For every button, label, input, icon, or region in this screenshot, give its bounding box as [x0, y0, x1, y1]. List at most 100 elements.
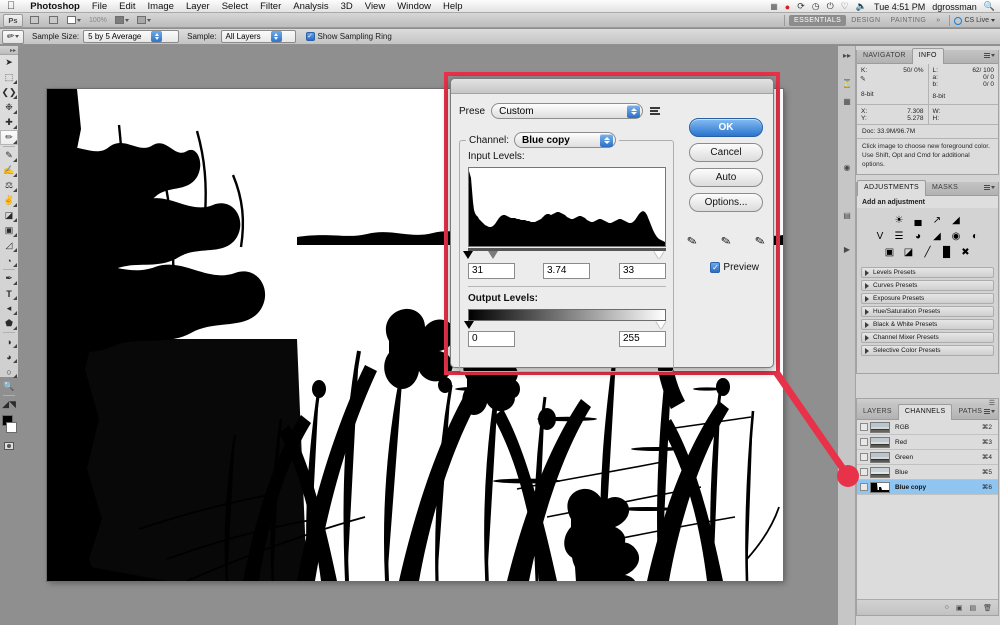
- levels-icon[interactable]: ▄: [912, 214, 925, 226]
- quick-selection-tool[interactable]: ❉: [0, 100, 18, 115]
- bridge-icon[interactable]: [27, 14, 42, 27]
- channel-row-blue[interactable]: Blue ⌘5: [857, 465, 998, 480]
- input-shadow-field[interactable]: 31: [468, 263, 515, 279]
- lasso-tool[interactable]: ❮❯: [0, 85, 18, 100]
- histogram[interactable]: [468, 167, 666, 247]
- input-highlight-field[interactable]: 33: [619, 263, 666, 279]
- hand-tool[interactable]: ○: [0, 364, 18, 379]
- preview-row[interactable]: ✓ Preview: [710, 262, 759, 273]
- preset-selective-color[interactable]: Selective Color Presets: [861, 345, 994, 356]
- channel-row-green[interactable]: Green ⌘4: [857, 450, 998, 465]
- 3d-camera-tool[interactable]: ◕: [0, 349, 18, 364]
- color-balance-icon[interactable]: ◕: [912, 230, 925, 242]
- adjustments-panel-menu-icon[interactable]: [984, 185, 995, 190]
- dodge-tool[interactable]: ◔: [0, 253, 18, 268]
- output-black-handle[interactable]: [464, 321, 474, 329]
- preset-select[interactable]: Custom: [491, 103, 644, 119]
- volume-icon[interactable]: 🔈: [856, 1, 867, 12]
- menu-item-file[interactable]: File: [86, 0, 113, 13]
- type-tool[interactable]: T: [0, 286, 18, 301]
- current-tool-eyedropper-icon[interactable]: ✏: [2, 29, 24, 44]
- menu-item-3d[interactable]: 3D: [335, 0, 359, 13]
- bluetooth-icon[interactable]: ⏻: [827, 1, 834, 12]
- workspace-overflow[interactable]: »: [931, 15, 945, 26]
- auto-button[interactable]: Auto: [689, 168, 763, 187]
- output-white-handle[interactable]: [656, 321, 666, 329]
- preset-black-white[interactable]: Black & White Presets: [861, 319, 994, 330]
- input-levels-slider[interactable]: [463, 248, 666, 259]
- hue-saturation-icon[interactable]: ☰: [893, 230, 906, 242]
- channel-visibility-toggle[interactable]: [857, 435, 870, 450]
- shape-tool[interactable]: ⬟: [0, 316, 18, 331]
- preset-hue-saturation[interactable]: Hue/Saturation Presets: [861, 306, 994, 317]
- set-white-point-icon[interactable]: ✎: [754, 233, 767, 249]
- channel-visibility-toggle[interactable]: [857, 480, 870, 495]
- black-white-icon[interactable]: ◢: [931, 230, 944, 242]
- apple-menu-icon[interactable]: : [7, 0, 15, 12]
- curves-icon[interactable]: ↗: [931, 214, 944, 226]
- preset-channel-mixer[interactable]: Channel Mixer Presets: [861, 332, 994, 343]
- sample-size-select[interactable]: 5 by 5 Average: [83, 30, 180, 43]
- workspace-essentials[interactable]: ESSENTIALS: [789, 15, 847, 26]
- preview-checkbox[interactable]: ✓: [710, 262, 721, 273]
- info-panel-menu-icon[interactable]: [984, 53, 995, 58]
- color-panel-icon[interactable]: ◉: [838, 158, 856, 176]
- menu-item-help[interactable]: Help: [437, 0, 469, 13]
- tab-navigator[interactable]: NAVIGATOR: [857, 49, 912, 63]
- channel-visibility-toggle[interactable]: [857, 420, 870, 435]
- blur-tool[interactable]: ◿: [0, 238, 18, 253]
- clock[interactable]: Tue 4:51 PM: [874, 2, 925, 12]
- channels-panel-menu-icon[interactable]: [984, 409, 995, 414]
- crop-tool[interactable]: ✚: [0, 115, 18, 130]
- menu-item-window[interactable]: Window: [391, 0, 437, 13]
- styles-panel-icon[interactable]: ▤: [838, 206, 856, 224]
- eraser-tool[interactable]: ◪: [0, 208, 18, 223]
- dropbox-icon[interactable]: ●: [785, 2, 790, 12]
- input-highlight-handle[interactable]: [654, 251, 664, 259]
- rail-collapse-icon[interactable]: ▸▸: [838, 46, 856, 64]
- move-tool[interactable]: ➤: [0, 55, 18, 70]
- channel-row-blue-copy[interactable]: Blue copy ⌘6: [857, 480, 998, 495]
- tab-info[interactable]: INFO: [911, 48, 944, 64]
- marquee-tool[interactable]: ⬚: [0, 70, 18, 85]
- pen-tool[interactable]: ✒: [0, 271, 18, 286]
- background-color-swatch[interactable]: [6, 422, 17, 433]
- tab-adjustments[interactable]: ADJUSTMENTS: [857, 180, 927, 196]
- gradient-map-icon[interactable]: █: [940, 246, 953, 258]
- history-brush-tool[interactable]: ✌: [0, 193, 18, 208]
- save-selection-as-channel-icon[interactable]: ▣: [956, 604, 963, 612]
- wifi-icon[interactable]: ♡: [841, 1, 849, 12]
- swatches-panel-icon[interactable]: ▦: [838, 92, 856, 110]
- zoom-level[interactable]: 100%: [87, 14, 109, 27]
- output-levels-slider[interactable]: [464, 309, 666, 329]
- preset-exposure[interactable]: Exposure Presets: [861, 293, 994, 304]
- arrange-documents-icon[interactable]: [113, 14, 131, 27]
- show-sampling-ring-checkbox[interactable]: ✓: [305, 32, 315, 41]
- input-shadow-handle[interactable]: [463, 251, 473, 259]
- create-new-channel-icon[interactable]: ▤: [969, 604, 976, 612]
- set-gray-point-icon[interactable]: ✎: [720, 233, 733, 249]
- posterize-icon[interactable]: ◪: [902, 246, 915, 258]
- ok-button[interactable]: OK: [689, 118, 763, 137]
- zoom-tool[interactable]: 🔍: [0, 379, 18, 394]
- 3d-rotate-tool[interactable]: ◑: [0, 334, 18, 349]
- input-midtone-handle[interactable]: [488, 251, 498, 259]
- output-black-field[interactable]: 0: [468, 331, 515, 347]
- workspace-painting[interactable]: PAINTING: [885, 15, 931, 26]
- menu-item-photoshop[interactable]: Photoshop: [24, 0, 86, 13]
- clone-stamp-tool[interactable]: ⚖: [0, 178, 18, 193]
- path-selection-tool[interactable]: ◂: [0, 301, 18, 316]
- input-midtone-field[interactable]: 3.74: [543, 263, 590, 279]
- tab-layers[interactable]: LAYERS: [857, 405, 898, 419]
- menu-item-analysis[interactable]: Analysis: [287, 0, 334, 13]
- screen-mode-icon[interactable]: [135, 14, 153, 27]
- workspace-design[interactable]: DESIGN: [846, 15, 885, 26]
- color-swatches[interactable]: [0, 414, 18, 440]
- photo-filter-icon[interactable]: ◉: [950, 230, 963, 242]
- cancel-button[interactable]: Cancel: [689, 143, 763, 162]
- tab-paths[interactable]: PATHS: [952, 405, 988, 419]
- actions-panel-icon[interactable]: ▶: [838, 240, 856, 258]
- set-black-point-icon[interactable]: ✎: [686, 233, 699, 249]
- search-icon[interactable]: 🔍: [984, 1, 995, 12]
- history-panel-icon[interactable]: ⏳: [838, 74, 856, 92]
